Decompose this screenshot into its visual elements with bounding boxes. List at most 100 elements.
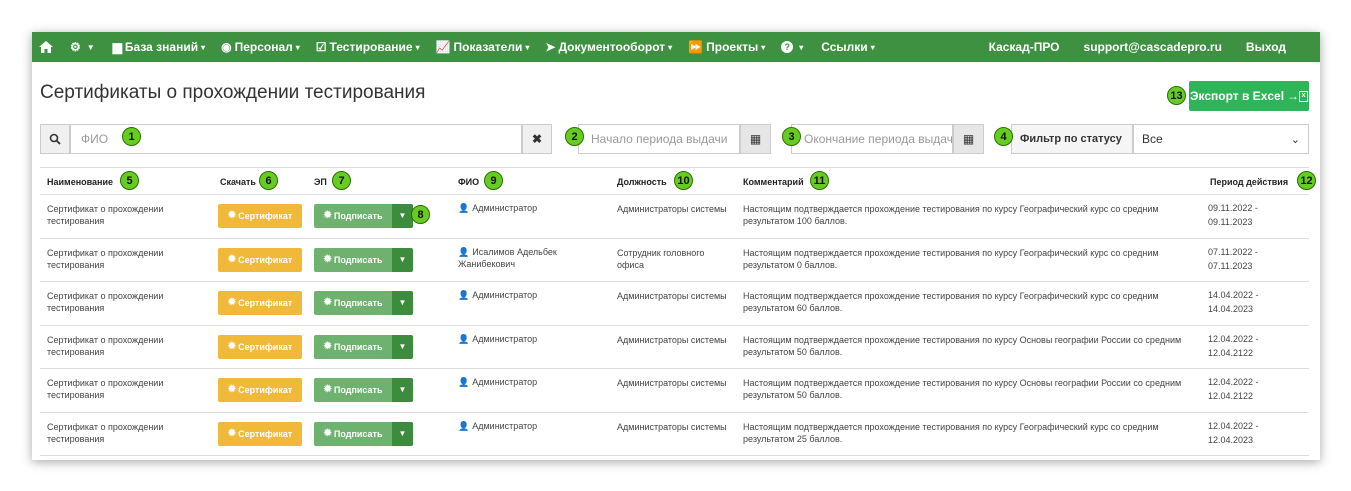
sign-button-group: ✹ Подписать ▼ — [314, 334, 413, 359]
search-icon — [49, 133, 61, 145]
chart-icon: 📈 — [435, 40, 451, 54]
table-row: Сертификат о прохождении тестирования ✹ Се… — [40, 413, 1309, 456]
fio-text: Исалимов Адельбек Жанибекович — [458, 246, 557, 269]
nav-help[interactable]: ? ▾ — [773, 32, 811, 62]
sign-dropdown-toggle[interactable]: ▼ — [392, 204, 413, 228]
gear-icon: ✹ — [227, 210, 237, 221]
start-calendar-button[interactable]: ▦ — [740, 124, 771, 154]
home-icon[interactable] — [32, 32, 60, 62]
fio-text: Администратор — [472, 420, 538, 431]
help-icon: ? — [781, 41, 794, 53]
caret-down-icon: ▼ — [398, 211, 407, 220]
cell-period: 12.04.2022 -12.04.2023 — [1208, 420, 1259, 445]
sign-label: Подписать — [333, 341, 383, 352]
caret-down-icon: ▼ — [398, 298, 407, 307]
period-to: 14.04.2023 — [1208, 304, 1254, 314]
settings-menu[interactable]: ⚙ ▼ — [60, 32, 105, 62]
nav-projects[interactable]: ⏩ Проекты ▾ — [680, 32, 773, 62]
sign-button-group: ✹ Подписать ▼ — [314, 421, 413, 446]
export-excel-button[interactable]: Экспорт в Excel → x — [1189, 81, 1309, 111]
col-period[interactable]: Период действия — [1210, 177, 1288, 187]
callout-badge: 11 — [810, 171, 829, 190]
caret-down-icon: ▼ — [398, 341, 407, 351]
cell-comment: Настоящим подтверждается прохождение тес… — [743, 421, 1159, 444]
col-position[interactable]: Должность — [617, 177, 667, 187]
calendar-icon: ▦ — [749, 132, 762, 146]
caret-down-icon: ▼ — [398, 254, 407, 264]
table-row: Сертификат о прохождении тестирования ✹ Се… — [40, 326, 1309, 369]
cell-period: 07.11.2022 -07.11.2023 — [1208, 246, 1258, 271]
sign-dropdown-toggle[interactable]: ▼ — [392, 378, 413, 402]
caret-down-icon: ▼ — [398, 385, 407, 394]
search-button[interactable] — [40, 124, 70, 154]
sign-dropdown-toggle[interactable]: ▼ — [392, 334, 413, 359]
nav-company[interactable]: Каскад-ПРО — [977, 32, 1072, 62]
logout-link[interactable]: Выход — [1234, 32, 1320, 62]
sign-dropdown-toggle[interactable]: ▼ — [392, 421, 413, 446]
download-certificate-button[interactable]: ✹ Сертификат — [218, 247, 302, 272]
callout-badge: 13 — [1167, 86, 1186, 105]
chevron-down-icon: ▾ — [201, 42, 206, 52]
sign-label: Подписать — [333, 385, 383, 395]
download-certificate-button[interactable]: ✹ Сертификат — [218, 378, 302, 402]
sign-dropdown-toggle[interactable]: ▼ — [392, 291, 413, 315]
sign-button[interactable]: ✹ Подписать — [314, 247, 392, 272]
col-download[interactable]: Скачать — [220, 177, 256, 187]
sign-button[interactable]: ✹ Подписать — [314, 421, 392, 446]
col-fio[interactable]: ФИО — [458, 177, 479, 187]
callout-badge: 8 — [411, 205, 430, 224]
download-certificate-button[interactable]: ✹ Сертификат — [218, 204, 302, 228]
col-name[interactable]: Наименование — [47, 177, 113, 187]
export-label: Экспорт в Excel — [1189, 89, 1285, 103]
gear-icon: ✹ — [323, 253, 332, 265]
status-filter-group: Фильтр по статусу Все ⌄ — [1011, 124, 1309, 154]
cell-fio: 👤 Исалимов Адельбек Жанибекович — [458, 246, 598, 270]
cell-name: Сертификат о прохождении тестирования — [47, 204, 164, 226]
chevron-down-icon: ⌄ — [1290, 133, 1300, 146]
start-date-input[interactable]: Начало периода выдачи — [578, 124, 740, 154]
nav-indicators[interactable]: 📈 Показатели ▾ — [428, 32, 538, 62]
col-comment[interactable]: Комментарий — [743, 177, 804, 187]
fio-text: Администратор — [472, 203, 538, 213]
end-calendar-button[interactable]: ▦ — [953, 124, 984, 154]
callout-badge: 6 — [259, 171, 278, 190]
nav-personnel[interactable]: ◉ Персонал ▾ — [213, 32, 308, 62]
nav-documents[interactable]: ➤ Документооборот ▾ — [537, 32, 680, 62]
sign-button[interactable]: ✹ Подписать — [314, 378, 392, 402]
end-date-input[interactable]: Окончание периода выдачи — [791, 124, 953, 154]
user-icon: 👤 — [458, 333, 470, 344]
period-from: 07.11.2022 — [1208, 246, 1253, 257]
table-row: Сертификат о прохождении тестирования ✹ Се… — [40, 195, 1309, 239]
nav-knowledge-base[interactable]: ▆ База знаний ▾ — [105, 32, 213, 62]
cell-position: Администраторы системы — [617, 421, 727, 432]
col-signature[interactable]: ЭП — [314, 177, 327, 187]
gear-icon: ⚙ — [70, 40, 81, 54]
sign-label: Подписать — [333, 211, 383, 221]
cell-period: 12.04.2022 -12.04.2122 — [1208, 333, 1259, 358]
download-certificate-button[interactable]: ✹ Сертификат — [218, 291, 302, 315]
sign-button[interactable]: ✹ Подписать — [314, 204, 392, 228]
cell-comment: Настоящим подтверждается прохождение тес… — [743, 334, 1182, 357]
sign-dropdown-toggle[interactable]: ▼ — [392, 247, 413, 272]
gear-icon: ✹ — [323, 384, 332, 395]
table-body: Сертификат о прохождении тестирования ✹ Се… — [40, 195, 1309, 456]
status-filter-select[interactable]: Все ⌄ — [1133, 124, 1309, 154]
sign-button[interactable]: ✹ Подписать — [314, 334, 392, 359]
download-certificate-button[interactable]: ✹ Сертификат — [218, 421, 302, 446]
nav-links[interactable]: Ссылки ▾ — [811, 32, 884, 62]
nav-label: Документооборот — [558, 40, 666, 54]
user-icon: 👤 — [458, 246, 470, 257]
callout-badge: 2 — [565, 127, 584, 146]
page-title: Сертификаты о прохождении тестирования — [40, 82, 426, 103]
nav-testing[interactable]: ☑ Тестирование ▾ — [308, 32, 428, 62]
cell-position: Администраторы системы — [617, 204, 727, 214]
nav-support-email[interactable]: support@cascadepro.ru — [1072, 32, 1234, 62]
certificate-label: Сертификат — [238, 211, 293, 221]
callout-badge: 9 — [484, 171, 503, 190]
cell-comment: Настоящим подтверждается прохождение тес… — [743, 378, 1182, 400]
checkbox-icon: ☑ — [315, 40, 327, 54]
cell-period: 09.11.2022 -09.11.2023 — [1208, 203, 1258, 227]
sign-button[interactable]: ✹ Подписать — [314, 291, 392, 315]
download-certificate-button[interactable]: ✹ Сертификат — [218, 334, 302, 359]
clear-button[interactable]: ✖ — [522, 124, 552, 154]
